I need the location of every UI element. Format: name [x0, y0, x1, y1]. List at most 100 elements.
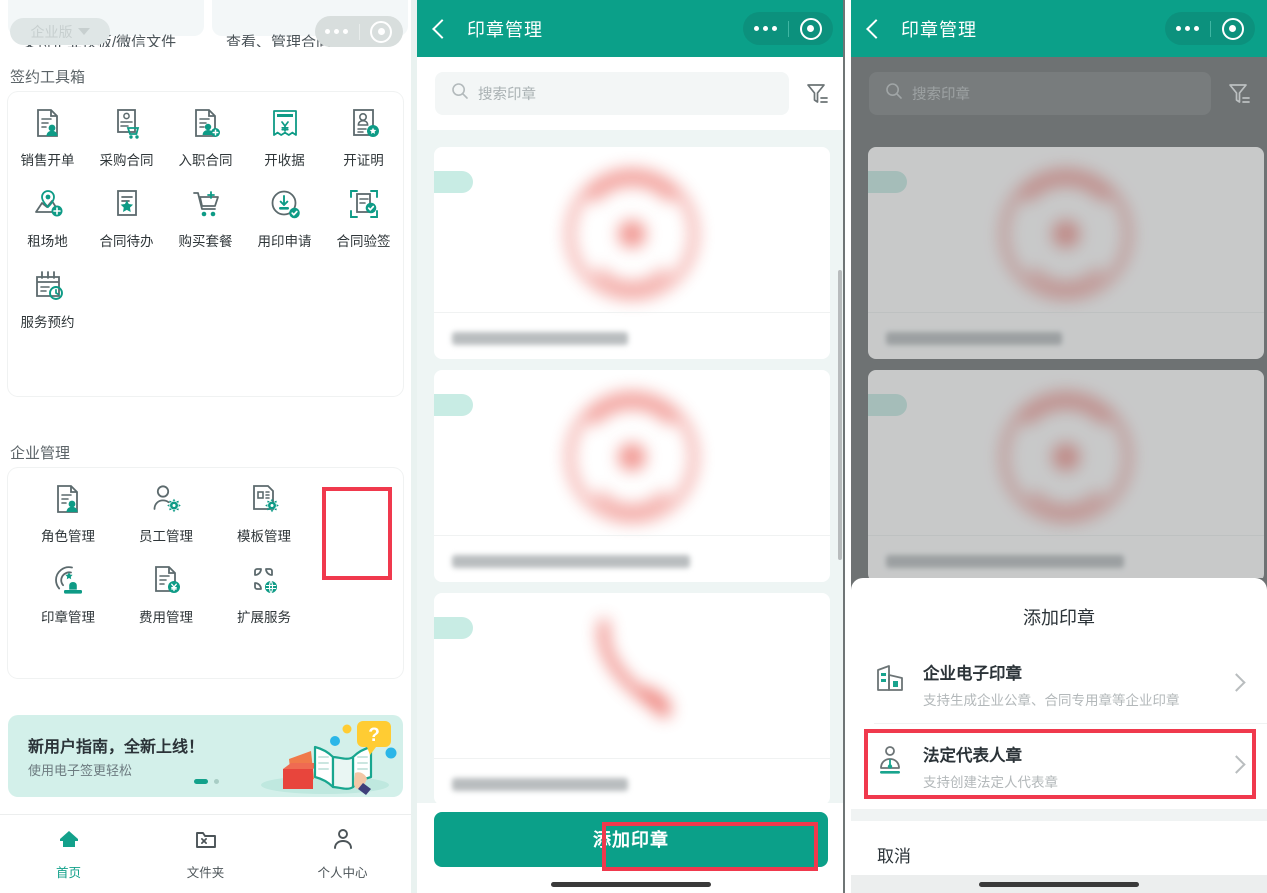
card-divider [434, 312, 830, 313]
tool-tile-sales-order[interactable]: 销售开单 [8, 106, 87, 169]
edition-selector[interactable]: 企业版 [10, 18, 110, 45]
stamp-preview [434, 370, 830, 545]
more-dots-icon[interactable] [1165, 26, 1210, 31]
edition-selector-label: 企业版 [30, 23, 73, 40]
cancel-label: 取消 [877, 846, 911, 866]
open-book-question-icon: ? [237, 717, 397, 797]
tool-tile-label: 购买套餐 [178, 234, 233, 249]
stamp-name-redacted [452, 778, 628, 791]
nav-item-folder[interactable]: 文件夹 [137, 815, 274, 893]
toolbox-grid: 销售开单 采购合同 入职合同 开收据 开证明 租场地 合同待办 购买套餐 用印申… [8, 92, 403, 359]
tool-tile-label: 用印申请 [257, 234, 312, 249]
toolbox-card: 销售开单 采购合同 入职合同 开收据 开证明 租场地 合同待办 购买套餐 用印申… [8, 92, 403, 396]
scrollbar-thumb[interactable] [838, 270, 842, 560]
wechat-capsule-overlay[interactable] [1165, 12, 1255, 45]
nav-item-home[interactable]: 首页 [0, 815, 137, 893]
ent-tile-fee-management[interactable]: 费用管理 [117, 563, 215, 626]
tool-tile-contract-verify[interactable]: 合同验签 [324, 187, 403, 250]
receipt-yuan-icon [268, 106, 302, 140]
ent-tile-label: 印章管理 [41, 610, 95, 625]
wechat-capsule-overlay[interactable] [315, 16, 403, 47]
stamp-status-tag [434, 171, 474, 193]
back-chevron-icon[interactable] [866, 18, 886, 39]
target-circle-icon[interactable] [360, 20, 404, 43]
partial-top-cards: 支持企业模板/微信文件 查看、管理合同模板 企业版 [0, 0, 411, 47]
chevron-right-icon [1227, 755, 1246, 774]
building-icon [874, 662, 906, 694]
sheet-option-enterprise-stamp[interactable]: 企业电子印章 支持生成企业公章、合同专用章等企业印章 [851, 642, 1267, 724]
search-input[interactable]: 搜索印章 [869, 72, 1211, 115]
section-title-toolbox: 签约工具箱 [10, 69, 86, 86]
promo-banner[interactable]: 新用户指南，全新上线！ 使用电子签更轻松 ? [8, 715, 403, 797]
tool-tile-purchase-contract[interactable]: 采购合同 [87, 106, 166, 169]
panel-add-stamp-sheet: 印章管理 搜索印章 添加印章 企业电子印章 支持生成企业公章、合同专用章等企业印… [851, 0, 1267, 893]
tool-tile-label: 服务预约 [20, 315, 75, 330]
card-divider [868, 535, 1264, 536]
nav-label: 首页 [55, 866, 81, 880]
banner-pager[interactable] [194, 779, 219, 784]
tool-tile-buy-package[interactable]: 购买套餐 [166, 187, 245, 250]
tool-tile-service-booking[interactable]: 服务预约 [8, 268, 87, 331]
search-placeholder: 搜索印章 [478, 87, 536, 103]
ent-tile-role-management[interactable]: 角色管理 [19, 482, 117, 545]
ent-tile-stamp-management[interactable]: 印章管理 [19, 563, 117, 626]
filter-funnel-icon[interactable] [1211, 81, 1267, 106]
tool-tile-certificate[interactable]: 开证明 [324, 106, 403, 169]
tool-tile-label: 合同待办 [99, 234, 154, 249]
stamp-name-redacted [452, 555, 690, 568]
tool-tile-label: 合同验签 [336, 234, 391, 249]
back-chevron-icon[interactable] [432, 18, 452, 39]
tool-tile-contract-todo[interactable]: 合同待办 [87, 187, 166, 250]
chevron-right-icon [1227, 673, 1246, 692]
search-input[interactable]: 搜索印章 [435, 72, 789, 115]
search-placeholder: 搜索印章 [912, 87, 970, 103]
person-gear-icon [149, 482, 183, 516]
doc-verify-icon [347, 187, 381, 221]
calendar-clock-icon [31, 268, 65, 302]
more-dots-icon[interactable] [743, 26, 788, 31]
stamp-card[interactable] [434, 147, 830, 359]
doc-person-icon [51, 482, 85, 516]
tool-tile-label: 入职合同 [178, 153, 233, 168]
stamp-status-tag [434, 617, 474, 639]
sheet-option-legal-person-stamp[interactable]: 法定代表人章 支持创建法定人代表章 [851, 724, 1267, 806]
ent-tile-template-management[interactable]: 模板管理 [215, 482, 313, 545]
add-stamp-action-sheet: 添加印章 企业电子印章 支持生成企业公章、合同专用章等企业印章 法定代表人章 支… [851, 578, 1267, 893]
nav-label: 个人中心 [317, 866, 368, 880]
stamp-card-list[interactable] [417, 130, 845, 893]
stamp-name-redacted [886, 555, 1124, 568]
doc-cart-icon [110, 106, 144, 140]
template-gear-icon [247, 482, 281, 516]
tool-tile-receipt[interactable]: 开收据 [245, 106, 324, 169]
stamp-preview [434, 593, 830, 768]
stamp-list-navbar: 印章管理 [417, 0, 845, 57]
stamp-card[interactable] [434, 370, 830, 582]
more-dots-icon[interactable] [315, 29, 359, 34]
ent-tile-extended-service[interactable]: 扩展服务 [215, 563, 313, 626]
doc-yuan-icon [149, 563, 183, 597]
tool-tile-stamp-apply[interactable]: 用印申请 [245, 187, 324, 250]
panel-stamp-list: 印章管理 搜索印章 添加印章 [417, 0, 845, 893]
section-title-enterprise: 企业管理 [10, 445, 71, 462]
stamp-name-redacted [886, 332, 1062, 345]
add-stamp-button[interactable]: 添加印章 [434, 811, 828, 867]
tool-tile-rent-venue[interactable]: 租场地 [8, 187, 87, 250]
add-stamp-footer: 添加印章 [417, 803, 845, 875]
card-divider [434, 758, 830, 759]
filter-funnel-icon[interactable] [789, 81, 845, 106]
wechat-capsule-overlay[interactable] [743, 12, 833, 45]
target-circle-icon[interactable] [1211, 17, 1256, 40]
ent-tile-staff-management[interactable]: 员工管理 [117, 482, 215, 545]
target-circle-icon[interactable] [789, 17, 834, 40]
tool-tile-label: 开收据 [264, 153, 305, 168]
card-divider [868, 312, 1264, 313]
stamp-list-navbar: 印章管理 [851, 0, 1267, 57]
ent-tile-label: 模板管理 [237, 529, 291, 544]
dimmed-stamp-list [851, 130, 1267, 578]
sheet-option-title: 法定代表人章 [923, 747, 1022, 765]
stamp-card[interactable] [434, 593, 830, 805]
promo-banner-title: 新用户指南，全新上线！ [28, 739, 205, 756]
tool-tile-onboard-contract[interactable]: 入职合同 [166, 106, 245, 169]
nav-item-profile[interactable]: 个人中心 [274, 815, 411, 893]
id-card-star-icon [347, 106, 381, 140]
